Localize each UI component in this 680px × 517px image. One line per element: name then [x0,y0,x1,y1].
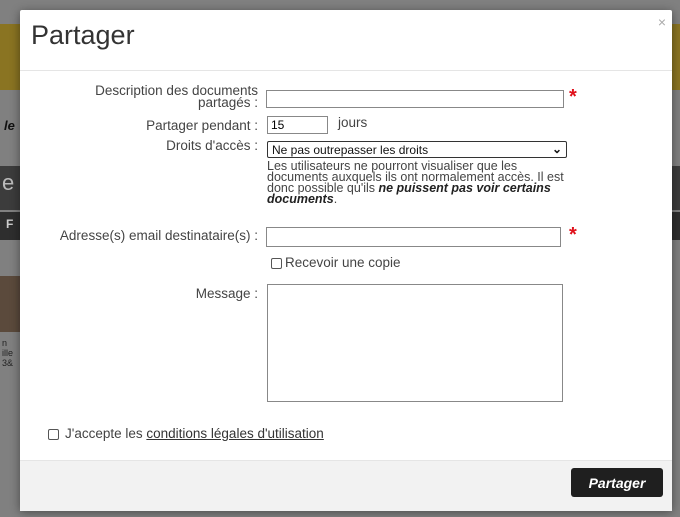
rights-select[interactable]: Ne pas outrepasser les droits ⌄ [267,141,567,158]
required-asterisk: * [569,86,577,108]
rights-label: Droits d'accès : [166,138,258,153]
rights-help-text: Les utilisateurs ne pourront visualiser … [267,160,627,206]
background-text: n [2,338,8,348]
terms-link[interactable]: conditions légales d'utilisation [146,426,323,441]
copy-checkbox-label[interactable]: Recevoir une copie [285,255,401,270]
terms-label: J'accepte les conditions légales d'utili… [65,426,324,441]
help-text-emphasis: ne puissent pas voir certains [378,181,551,195]
duration-label: Partager pendant : [146,118,258,133]
emails-label: Adresse(s) email destinataire(s) : [59,228,258,243]
rights-selected-value: Ne pas outrepasser les droits [272,143,429,157]
background-text: 3& [2,358,14,368]
background-text: ille [2,348,14,358]
dialog-header: Partager × [20,10,672,71]
message-textarea[interactable] [267,284,563,402]
copy-checkbox[interactable] [271,258,282,269]
background-text: le [4,118,15,133]
description-input[interactable] [266,90,564,108]
terms-checkbox[interactable] [48,429,59,440]
close-icon[interactable]: × [658,14,666,30]
emails-input[interactable] [266,227,561,247]
help-text-emphasis: documents [267,192,334,206]
help-text: . [333,192,338,206]
duration-unit: jours [338,115,368,130]
description-label: Description des documents partagés : [40,84,258,110]
chevron-down-icon: ⌄ [551,142,562,156]
background-text: e [2,170,15,195]
message-label: Message : [195,286,258,301]
dialog-title: Partager [31,20,135,50]
help-line: documents. [267,192,627,206]
duration-input[interactable] [267,116,328,134]
terms-prefix: J'accepte les [65,426,147,441]
share-dialog: Partager × Description des documents par… [20,10,672,511]
background-thumbnail [0,276,20,332]
description-label-line2: partagés : [197,95,258,110]
share-button[interactable]: Partager [571,468,663,497]
background-text: F [6,217,14,231]
required-asterisk: * [569,224,577,246]
